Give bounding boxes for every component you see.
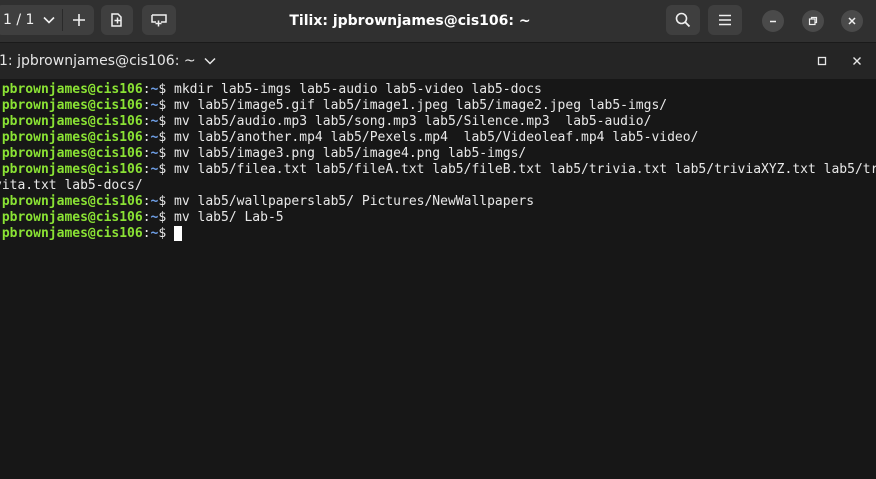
prompt-separator: : [142, 226, 151, 241]
plus-icon [72, 13, 86, 27]
prompt-user-host: jpbrownjames@cis106 [0, 226, 143, 241]
add-session-button[interactable] [63, 5, 94, 35]
terminal-maximize-button[interactable] [812, 51, 832, 71]
prompt-separator: : [142, 162, 151, 177]
terminal-cursor [174, 226, 183, 241]
minimize-icon [768, 16, 778, 26]
prompt-separator: : [142, 82, 151, 97]
prompt-user-host: jpbrownjames@cis106 [0, 82, 143, 97]
terminal-title-button[interactable]: 1: jpbrownjames@cis106: ~ [0, 43, 216, 79]
close-icon [847, 16, 857, 26]
chevron-down-icon [43, 16, 56, 24]
minimize-button[interactable] [762, 10, 784, 32]
terminal-titlebar: 1: jpbrownjames@cis106: ~ [0, 42, 876, 79]
chevron-down-icon [204, 57, 216, 65]
prompt-separator: : [142, 146, 151, 161]
command-text: mv lab5/another.mp4 lab5/Pexels.mp4 lab5… [166, 130, 699, 145]
command-text [166, 226, 174, 241]
split-right-icon [109, 12, 125, 28]
terminal-prompt-line: jpbrownjames@cis106:~$ mv lab5/audio.mp3… [0, 114, 651, 130]
session-label: 1 / 1 [3, 12, 35, 28]
split-down-icon [150, 12, 168, 28]
terminal-prompt-line: jpbrownjames@cis106:~$ mkdir lab5-imgs l… [0, 82, 542, 98]
terminal-prompt-line: jpbrownjames@cis106:~$ mv lab5/image5.gi… [0, 98, 667, 114]
terminal-prompt-line: jpbrownjames@cis106:~$ mv lab5/ Lab-5 [0, 210, 284, 226]
command-text: mv lab5/audio.mp3 lab5/song.mp3 lab5/Sil… [166, 114, 652, 129]
terminal-prompt-line: jpbrownjames@cis106:~$ mv lab5/another.m… [0, 130, 698, 146]
command-text: mv lab5/image3.png lab5/image4.png lab5-… [166, 146, 527, 161]
prompt-separator: : [142, 130, 151, 145]
terminal-prompt-line: jpbrownjames@cis106:~$ [0, 226, 183, 242]
window-title: Tilix: jpbrownjames@cis106: ~ [289, 13, 531, 29]
prompt-user-host: jpbrownjames@cis106 [0, 146, 143, 161]
prompt-separator: : [142, 194, 151, 209]
terminal-view[interactable]: jpbrownjames@cis106:~$ mkdir lab5-imgs l… [0, 79, 876, 479]
add-terminal-down-button[interactable] [142, 5, 176, 35]
prompt-separator: : [142, 210, 151, 225]
prompt-user-host: jpbrownjames@cis106 [0, 162, 143, 177]
terminal-prompt-line: jpbrownjames@cis106:~$ mv lab5/wallpaper… [0, 194, 534, 210]
prompt-separator: : [142, 98, 151, 113]
terminal-output-line: vita.txt lab5-docs/ [0, 178, 143, 194]
prompt-user-host: jpbrownjames@cis106 [0, 114, 143, 129]
prompt-user-host: jpbrownjames@cis106 [0, 194, 143, 209]
prompt-separator: : [142, 114, 151, 129]
session-button-group: 1 / 1 [0, 5, 94, 35]
prompt-user-host: jpbrownjames@cis106 [0, 98, 143, 113]
close-icon [852, 56, 862, 66]
search-button[interactable] [666, 5, 700, 35]
maximize-square-icon [817, 56, 827, 66]
close-window-button[interactable] [841, 10, 863, 32]
command-text: mv lab5/wallpaperslab5/ Pictures/NewWall… [166, 194, 535, 209]
output-text: vita.txt lab5-docs/ [0, 178, 143, 193]
terminal-prompt-line: jpbrownjames@cis106:~$ mv lab5/image3.pn… [0, 146, 526, 162]
hamburger-menu-icon [718, 14, 732, 26]
command-text: mv lab5/ Lab-5 [166, 210, 284, 225]
tilix-window: 1 / 1 Tilix: jpbrownjames@cis106: ~ 1: j… [0, 0, 876, 479]
terminal-prompt-line: jpbrownjames@cis106:~$ mv lab5/filea.txt… [0, 162, 876, 178]
prompt-user-host: jpbrownjames@cis106 [0, 210, 143, 225]
command-text: mv lab5/filea.txt lab5/fileA.txt lab5/fi… [166, 162, 876, 177]
main-menu-button[interactable] [708, 5, 742, 35]
restore-button[interactable] [802, 10, 824, 32]
search-icon [675, 12, 691, 28]
restore-icon [808, 16, 818, 26]
prompt-user-host: jpbrownjames@cis106 [0, 130, 143, 145]
terminal-title: 1: jpbrownjames@cis106: ~ [0, 53, 196, 69]
session-switcher-button[interactable]: 1 / 1 [0, 5, 62, 35]
command-text: mkdir lab5-imgs lab5-audio lab5-video la… [166, 82, 542, 97]
header-bar: 1 / 1 Tilix: jpbrownjames@cis106: ~ [0, 0, 876, 42]
add-terminal-right-button[interactable] [101, 5, 133, 35]
terminal-close-button[interactable] [847, 51, 867, 71]
command-text: mv lab5/image5.gif lab5/image1.jpeg lab5… [166, 98, 668, 113]
